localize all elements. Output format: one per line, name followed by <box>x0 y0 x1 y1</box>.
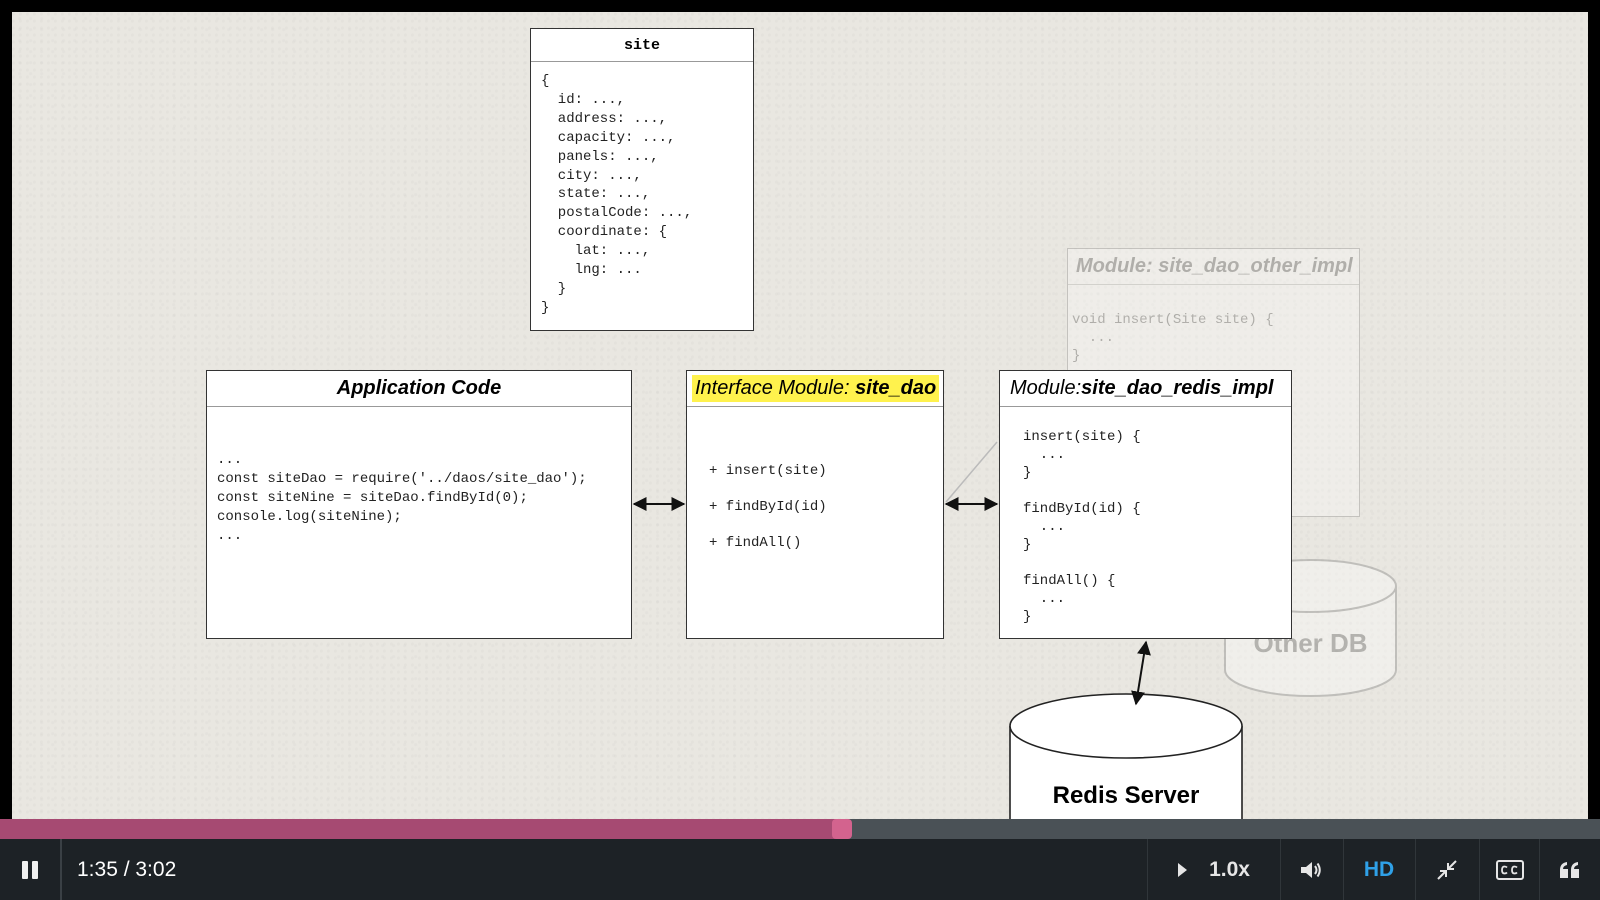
application-code-box: Application Code ... const siteDao = req… <box>206 370 632 639</box>
redis-impl-module-box: Module: site_dao_redis_impl insert(site)… <box>999 370 1292 639</box>
exit-fullscreen-icon <box>1437 859 1457 880</box>
redis-impl-title-prefix: Module: <box>1010 377 1082 399</box>
captions-button[interactable] <box>1480 839 1540 900</box>
application-code-snippet: ... const siteDao = require('../daos/sit… <box>217 452 587 544</box>
redis-impl-title: Module: site_dao_redis_impl <box>1000 371 1291 407</box>
redis-impl-code: insert(site) { ... } findById(id) { ... … <box>1023 429 1141 625</box>
playback-speed-label: 1.0x <box>1209 857 1250 881</box>
interface-title-name: site_dao <box>855 377 937 399</box>
site-object-box: site { id: ..., address: ..., capacity: … <box>530 28 754 331</box>
time-display: 1:35 / 3:02 <box>77 857 177 881</box>
interface-methods: + insert(site) + findById(id) + findAll(… <box>709 463 827 551</box>
interface-module-title: Interface Module: site_dao <box>687 371 943 407</box>
closed-captions-icon <box>1496 859 1524 880</box>
quality-button[interactable]: HD <box>1344 839 1414 900</box>
progress-fill <box>0 819 842 839</box>
other-impl-title: Module: site_dao_other_impl <box>1068 249 1359 285</box>
redis-server-cylinder: Redis Server <box>1008 692 1244 819</box>
transcript-button[interactable] <box>1540 839 1600 900</box>
player-control-bar: 1:35 / 3:02 1.0x HD <box>0 839 1600 900</box>
site-box-title: site <box>531 29 753 62</box>
redis-impl-title-name: site_dao_redis_impl <box>1081 377 1274 399</box>
progress-scrubber[interactable] <box>831 819 852 839</box>
pause-icon <box>22 860 38 879</box>
pause-button[interactable] <box>0 839 62 900</box>
volume-button[interactable] <box>1280 839 1342 900</box>
exit-fullscreen-button[interactable] <box>1416 839 1478 900</box>
arrow-interface-to-other-impl <box>945 441 998 503</box>
playback-speed-button[interactable]: 1.0x <box>1148 839 1280 900</box>
interface-title-highlight: Interface Module: site_dao <box>692 375 940 402</box>
interface-module-box: Interface Module: site_dao + insert(site… <box>686 370 944 639</box>
volume-icon <box>1301 861 1321 878</box>
video-frame: Module: site_dao_other_impl void insert(… <box>12 12 1588 819</box>
redis-server-label: Redis Server <box>1052 782 1200 809</box>
other-impl-code: void insert(Site site) { ... } <box>1072 312 1274 364</box>
quote-icon <box>1560 861 1579 878</box>
progress-bar[interactable] <box>0 819 1600 839</box>
application-code-title: Application Code <box>207 371 631 407</box>
site-box-fields: { id: ..., address: ..., capacity: ..., … <box>541 73 693 316</box>
interface-title-prefix: Interface Module: <box>695 377 856 399</box>
play-triangle-icon <box>1178 862 1188 877</box>
